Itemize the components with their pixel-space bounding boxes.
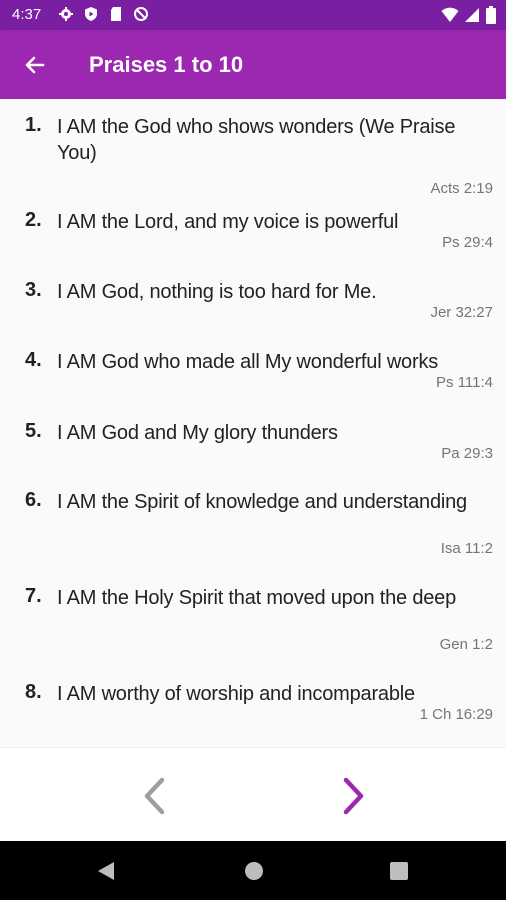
praise-text: I AM God who made all My wonderful works — [57, 351, 439, 373]
settings-icon — [59, 7, 73, 21]
app-bar: Praises 1 to 10 — [0, 30, 506, 99]
wifi-icon — [441, 7, 459, 22]
sd-card-icon — [111, 7, 121, 21]
scripture-reference: Isa 11:2 — [440, 540, 493, 557]
system-recents-icon[interactable] — [390, 862, 408, 880]
no-sync-icon — [134, 7, 148, 21]
praise-number: 1. — [25, 114, 42, 136]
system-status-icons — [441, 6, 496, 24]
system-navigation-bar — [0, 841, 506, 900]
system-back-icon[interactable] — [96, 861, 116, 881]
praise-text: I AM the Holy Spirit that moved upon the… — [57, 587, 457, 609]
shield-icon — [85, 7, 97, 21]
signal-icon — [465, 8, 479, 22]
praise-number: 3. — [25, 279, 42, 301]
scripture-reference: Acts 2:19 — [430, 180, 493, 197]
status-time: 4:37 — [12, 6, 42, 23]
arrow-left-icon — [25, 56, 45, 74]
scripture-reference: Jer 32:27 — [430, 304, 493, 321]
page-title: Praises 1 to 10 — [89, 52, 244, 77]
praise-text: I AM God, nothing is too hard for Me. — [57, 281, 377, 303]
praise-number: 5. — [25, 420, 42, 442]
scripture-reference: 1 Ch 16:29 — [419, 706, 493, 723]
praise-text: I AM the Spirit of knowledge and underst… — [57, 491, 467, 513]
battery-icon — [486, 6, 496, 24]
praise-number: 7. — [25, 585, 42, 607]
scripture-reference: Ps 29:4 — [442, 234, 493, 251]
praise-number: 4. — [25, 349, 42, 371]
status-bar: 4:37 — [0, 0, 506, 30]
next-page-button[interactable] — [336, 776, 372, 816]
praise-text: I AM worthy of worship and incomparable — [57, 683, 415, 705]
scripture-reference: Gen 1:2 — [439, 636, 493, 653]
praise-text: I AM the God who shows wonders (We Prais… — [57, 116, 456, 164]
praise-text: I AM God and My glory thunders — [57, 422, 338, 444]
notification-icons — [58, 6, 149, 22]
chevron-left-icon — [144, 777, 165, 815]
praise-number: 2. — [25, 209, 42, 231]
praise-list[interactable]: 1. I AM the God who shows wonders (We Pr… — [0, 99, 506, 747]
scripture-reference: Pa 29:3 — [441, 445, 493, 462]
praise-text: I AM the Lord, and my voice is powerful — [57, 211, 399, 233]
scripture-reference: Ps 111:4 — [436, 374, 493, 391]
page-navigation — [0, 747, 506, 841]
praise-number: 8. — [25, 681, 42, 703]
system-home-icon[interactable] — [244, 861, 264, 881]
back-button[interactable] — [20, 51, 50, 79]
chevron-right-icon — [343, 777, 364, 815]
previous-page-button[interactable] — [136, 776, 172, 816]
praise-number: 6. — [25, 489, 42, 511]
